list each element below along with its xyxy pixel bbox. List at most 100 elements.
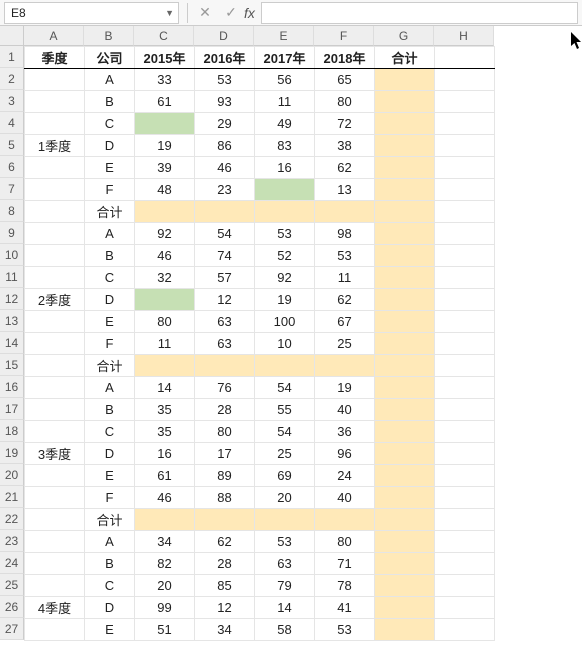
cell[interactable]: 53 (255, 531, 315, 553)
cell[interactable]: A (85, 531, 135, 553)
cell[interactable]: 13 (315, 179, 375, 201)
row-header-20[interactable]: 20 (0, 464, 24, 486)
row-header-27[interactable]: 27 (0, 618, 24, 640)
cell[interactable]: 74 (195, 245, 255, 267)
cell[interactable]: A (85, 223, 135, 245)
cell[interactable] (25, 377, 85, 399)
cell[interactable] (255, 179, 315, 201)
row-header-16[interactable]: 16 (0, 376, 24, 398)
row-header-9[interactable]: 9 (0, 222, 24, 244)
cell[interactable]: 53 (315, 245, 375, 267)
cell[interactable]: 53 (315, 619, 375, 641)
cell[interactable] (375, 311, 435, 333)
cell[interactable] (435, 157, 495, 179)
cell[interactable]: F (85, 487, 135, 509)
cell[interactable]: 96 (315, 443, 375, 465)
cell[interactable]: 79 (255, 575, 315, 597)
cell[interactable] (25, 311, 85, 333)
cell[interactable]: 46 (195, 157, 255, 179)
row-header-13[interactable]: 13 (0, 310, 24, 332)
cell[interactable] (135, 355, 195, 377)
cell[interactable] (435, 377, 495, 399)
cell[interactable] (25, 91, 85, 113)
column-header-G[interactable]: G (374, 26, 434, 46)
cell[interactable]: 86 (195, 135, 255, 157)
cell[interactable]: 82 (135, 553, 195, 575)
cell[interactable]: 56 (255, 69, 315, 91)
cell[interactable] (135, 201, 195, 223)
row-header-19[interactable]: 19 (0, 442, 24, 464)
cell[interactable]: F (85, 333, 135, 355)
chevron-down-icon[interactable]: ▼ (165, 8, 174, 18)
cell[interactable] (435, 91, 495, 113)
cell[interactable] (375, 69, 435, 91)
cell[interactable] (25, 157, 85, 179)
cell[interactable]: 72 (315, 113, 375, 135)
cell[interactable] (435, 267, 495, 289)
cell[interactable] (375, 597, 435, 619)
cell[interactable] (25, 245, 85, 267)
column-header-C[interactable]: C (134, 26, 194, 46)
cell[interactable] (315, 509, 375, 531)
cell[interactable]: 合计 (85, 355, 135, 377)
cell[interactable]: 92 (255, 267, 315, 289)
cell[interactable] (25, 509, 85, 531)
cell[interactable]: B (85, 91, 135, 113)
cell[interactable] (435, 443, 495, 465)
cell[interactable]: 58 (255, 619, 315, 641)
cell[interactable] (375, 465, 435, 487)
cell[interactable] (375, 157, 435, 179)
cell[interactable] (25, 355, 85, 377)
cell[interactable]: 33 (135, 69, 195, 91)
cell[interactable] (375, 289, 435, 311)
cell[interactable] (375, 509, 435, 531)
column-header-B[interactable]: B (84, 26, 134, 46)
row-header-11[interactable]: 11 (0, 266, 24, 288)
cancel-button[interactable]: ✕ (192, 4, 218, 21)
cell[interactable]: 46 (135, 487, 195, 509)
cell[interactable] (25, 465, 85, 487)
cell[interactable] (435, 289, 495, 311)
grid[interactable]: 季度公司2015年2016年2017年2018年合计A33535665B6193… (24, 46, 495, 641)
cell[interactable]: 54 (255, 421, 315, 443)
cell[interactable]: D (85, 135, 135, 157)
cell[interactable]: 12 (195, 597, 255, 619)
cell[interactable]: 40 (315, 399, 375, 421)
cell[interactable]: 65 (315, 69, 375, 91)
cell[interactable] (435, 333, 495, 355)
cell[interactable]: 63 (195, 311, 255, 333)
row-header-5[interactable]: 5 (0, 134, 24, 156)
cell[interactable]: 10 (255, 333, 315, 355)
row-header-12[interactable]: 12 (0, 288, 24, 310)
cell[interactable]: 19 (315, 377, 375, 399)
cell[interactable]: E (85, 465, 135, 487)
cell[interactable] (255, 201, 315, 223)
cell[interactable] (25, 531, 85, 553)
cell[interactable]: 39 (135, 157, 195, 179)
cell[interactable]: 40 (315, 487, 375, 509)
cell[interactable]: 69 (255, 465, 315, 487)
cell[interactable]: 25 (315, 333, 375, 355)
cell[interactable]: F (85, 179, 135, 201)
cell[interactable]: 54 (255, 377, 315, 399)
column-header-A[interactable]: A (24, 26, 84, 46)
cell[interactable] (435, 465, 495, 487)
cell[interactable] (375, 553, 435, 575)
cell[interactable]: 20 (135, 575, 195, 597)
cell[interactable] (375, 619, 435, 641)
cell[interactable]: 49 (255, 113, 315, 135)
cell[interactable]: 100 (255, 311, 315, 333)
cell[interactable] (315, 201, 375, 223)
cell[interactable]: 38 (315, 135, 375, 157)
cell[interactable]: 35 (135, 399, 195, 421)
cell[interactable]: D (85, 443, 135, 465)
cell[interactable] (435, 69, 495, 91)
cell[interactable] (435, 619, 495, 641)
cell[interactable]: 合计 (375, 47, 435, 69)
cell[interactable] (435, 223, 495, 245)
row-header-25[interactable]: 25 (0, 574, 24, 596)
cell[interactable]: C (85, 421, 135, 443)
cell[interactable]: 93 (195, 91, 255, 113)
row-header-6[interactable]: 6 (0, 156, 24, 178)
cell[interactable]: C (85, 267, 135, 289)
